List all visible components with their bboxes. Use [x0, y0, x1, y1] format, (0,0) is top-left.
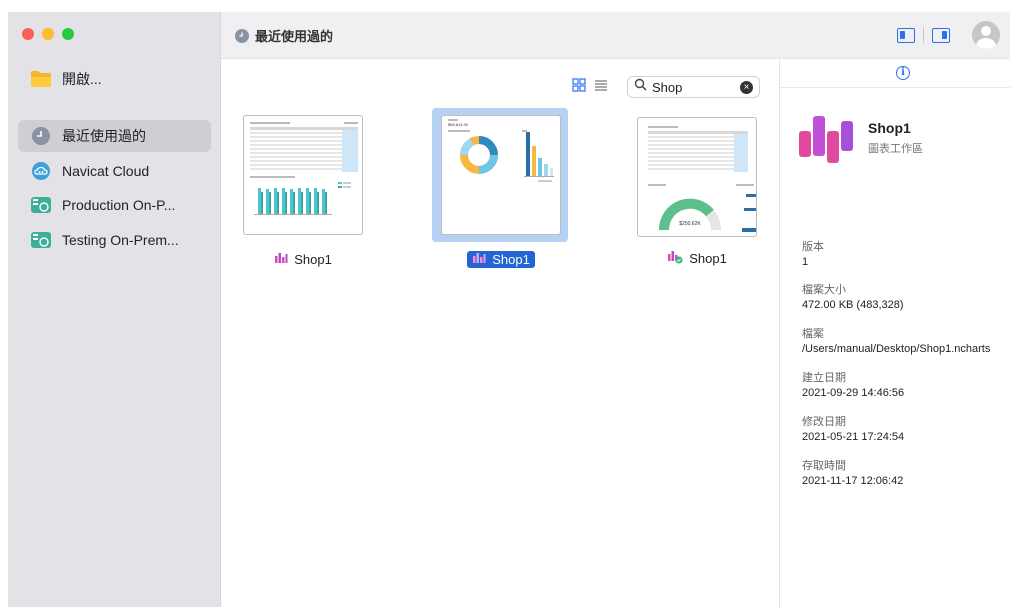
file-thumbnail: $250.62K — [637, 117, 757, 237]
toolbar-actions — [897, 21, 1000, 49]
chart-workspace-icon — [798, 115, 856, 170]
sidebar-item-navicat-cloud[interactable]: Navicat Cloud — [18, 155, 211, 187]
server-icon — [30, 194, 52, 216]
clock-icon — [30, 125, 52, 147]
file-thumbnail — [243, 115, 363, 235]
close-window-button[interactable] — [22, 28, 34, 40]
cloud-icon — [30, 160, 52, 182]
file-title: Shop1 — [868, 120, 911, 136]
sidebar-item-label: 開啟... — [62, 71, 102, 87]
accessed-date-field: 存取時間 2021-11-17 12:06:42 — [802, 460, 904, 487]
file-summary: Shop1 圖表工作區 — [798, 115, 923, 170]
chart-workspace-icon — [667, 250, 683, 267]
info-tab-bar: i — [780, 60, 1010, 88]
sidebar-item-production[interactable]: Production On-P... — [18, 189, 211, 221]
minimize-window-button[interactable] — [42, 28, 54, 40]
toggle-info-panel-icon[interactable] — [932, 27, 950, 43]
sidebar-item-label: Production On-P... — [62, 197, 176, 213]
sidebar-item-label: Navicat Cloud — [62, 163, 150, 179]
sidebar-item-label: Testing On-Prem... — [62, 232, 179, 248]
list-view-icon[interactable] — [594, 78, 608, 97]
zoom-window-button[interactable] — [62, 28, 74, 40]
search-input[interactable] — [652, 79, 738, 95]
page-title: 最近使用過的 — [235, 26, 333, 45]
grid-view-icon[interactable] — [572, 78, 586, 97]
info-icon[interactable]: i — [896, 66, 910, 80]
app-window: 開啟... 最近使用過的 Navicat Cloud Production On… — [8, 12, 1010, 607]
file-path-field: 檔案 /Users/manual/Desktop/Shop1.ncharts — [802, 328, 991, 355]
modified-date-field: 修改日期 2021-05-21 17:24:54 — [802, 416, 905, 443]
search-field[interactable]: × — [627, 76, 760, 98]
sidebar: 開啟... 最近使用過的 Navicat Cloud Production On… — [8, 12, 221, 607]
svg-text:$250.62K: $250.62K — [679, 221, 701, 227]
file-browser: × — [221, 60, 779, 607]
file-type: 圖表工作區 — [868, 143, 923, 155]
window-controls — [22, 28, 74, 40]
toggle-sidebar-icon[interactable] — [897, 27, 915, 43]
file-name: Shop1 — [441, 251, 561, 268]
divider — [923, 27, 924, 43]
toolbar: 最近使用過的 — [221, 12, 1010, 59]
page-title-text: 最近使用過的 — [255, 29, 334, 44]
svg-text:$56,614.00: $56,614.00 — [448, 122, 469, 127]
info-panel: i Shop1 圖表工作區 版本 1 檔案大小 472.00 KB (483,3… — [779, 60, 1010, 607]
created-date-field: 建立日期 2021-09-29 14:46:56 — [802, 372, 905, 399]
file-size-field: 檔案大小 472.00 KB (483,328) — [802, 284, 904, 311]
chart-workspace-icon — [472, 252, 486, 267]
sidebar-item-label: 最近使用過的 — [62, 128, 146, 144]
server-icon — [30, 229, 52, 251]
clear-search-icon[interactable]: × — [740, 81, 753, 94]
view-switcher — [572, 78, 608, 97]
file-thumbnail: $56,614.00 — [441, 115, 561, 235]
clock-icon — [235, 28, 249, 43]
chart-workspace-icon — [274, 252, 288, 267]
avatar[interactable] — [972, 21, 1000, 49]
file-name: Shop1 — [637, 249, 757, 268]
sidebar-item-testing[interactable]: Testing On-Prem... — [18, 224, 211, 256]
sidebar-item-recent[interactable]: 最近使用過的 — [18, 120, 211, 152]
sidebar-item-open[interactable]: 開啟... — [18, 63, 211, 95]
version-field: 版本 1 — [802, 241, 824, 268]
folder-icon — [30, 68, 52, 90]
search-icon — [634, 78, 647, 96]
file-name: Shop1 — [243, 251, 363, 268]
